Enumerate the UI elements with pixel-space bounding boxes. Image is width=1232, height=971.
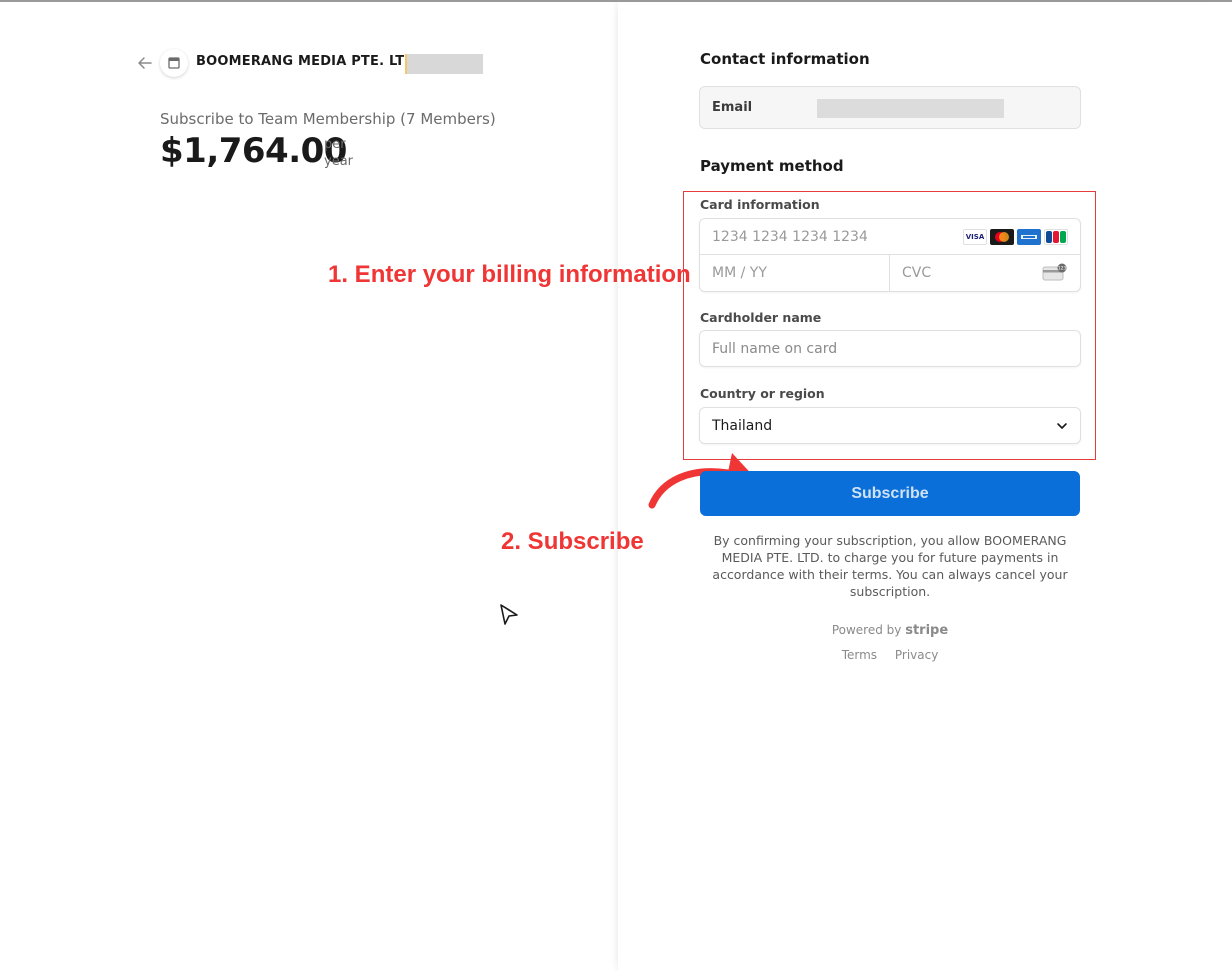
amex-icon: [1017, 229, 1041, 245]
subscribe-button[interactable]: Subscribe: [700, 471, 1080, 516]
country-select[interactable]: Thailand: [699, 407, 1081, 444]
visa-icon: VISA: [963, 229, 987, 245]
jcb-icon: [1044, 229, 1068, 245]
cardholder-name-label: Cardholder name: [700, 310, 822, 325]
card-number-input[interactable]: 1234 1234 1234 1234 VISA: [700, 219, 1080, 255]
stripe-logo: stripe: [905, 623, 949, 638]
product-title: Subscribe to Team Membership (7 Members): [160, 110, 496, 128]
card-cvc-input[interactable]: CVC 123: [890, 255, 1080, 291]
back-arrow-icon[interactable]: [137, 53, 155, 73]
privacy-link[interactable]: Privacy: [895, 648, 938, 662]
terms-link[interactable]: Terms: [842, 648, 877, 662]
card-brands: VISA: [963, 229, 1068, 245]
price-interval-line1: per: [324, 137, 346, 152]
powered-by-label: Powered by: [831, 623, 902, 637]
country-value: Thailand: [712, 418, 773, 434]
price-amount: $1,764.00: [160, 131, 347, 171]
contact-section-title: Contact information: [700, 50, 870, 68]
annotation-step-2: 2. Subscribe: [501, 528, 644, 555]
mouse-cursor-icon: [500, 604, 518, 625]
email-field[interactable]: Email: [699, 86, 1081, 129]
powered-by-stripe[interactable]: Powered by stripe: [700, 623, 1080, 638]
legal-text: By confirming your subscription, you all…: [712, 533, 1068, 599]
cardholder-name-placeholder: Full name on card: [712, 341, 838, 357]
card-information-group: 1234 1234 1234 1234 VISA MM / YY CVC 123: [699, 218, 1081, 292]
merchant-tag-redacted: [405, 54, 483, 74]
country-label: Country or region: [700, 386, 825, 401]
price-interval: per year: [324, 136, 353, 170]
cvc-card-icon: 123: [1042, 263, 1067, 281]
card-number-placeholder: 1234 1234 1234 1234: [712, 229, 868, 245]
email-value-redacted: [817, 99, 1004, 118]
card-cvc-placeholder: CVC: [902, 265, 932, 281]
email-label: Email: [712, 100, 753, 115]
cardholder-name-input[interactable]: Full name on card: [699, 330, 1081, 367]
price-interval-line2: year: [324, 154, 354, 169]
store-icon: [168, 57, 180, 69]
merchant-name: BOOMERANG MEDIA PTE. LTD.: [196, 54, 421, 69]
mastercard-icon: [990, 229, 1014, 245]
svg-text:123: 123: [1058, 266, 1067, 272]
annotation-step-1: 1. Enter your billing information: [328, 261, 691, 288]
payment-section-title: Payment method: [700, 157, 844, 175]
merchant-logo: [160, 49, 188, 77]
footer-links: Terms Privacy: [700, 648, 1080, 662]
card-expiry-input[interactable]: MM / YY: [700, 255, 890, 291]
chevron-down-icon: [1057, 423, 1067, 429]
card-expiry-placeholder: MM / YY: [712, 265, 767, 281]
card-information-label: Card information: [700, 197, 820, 212]
